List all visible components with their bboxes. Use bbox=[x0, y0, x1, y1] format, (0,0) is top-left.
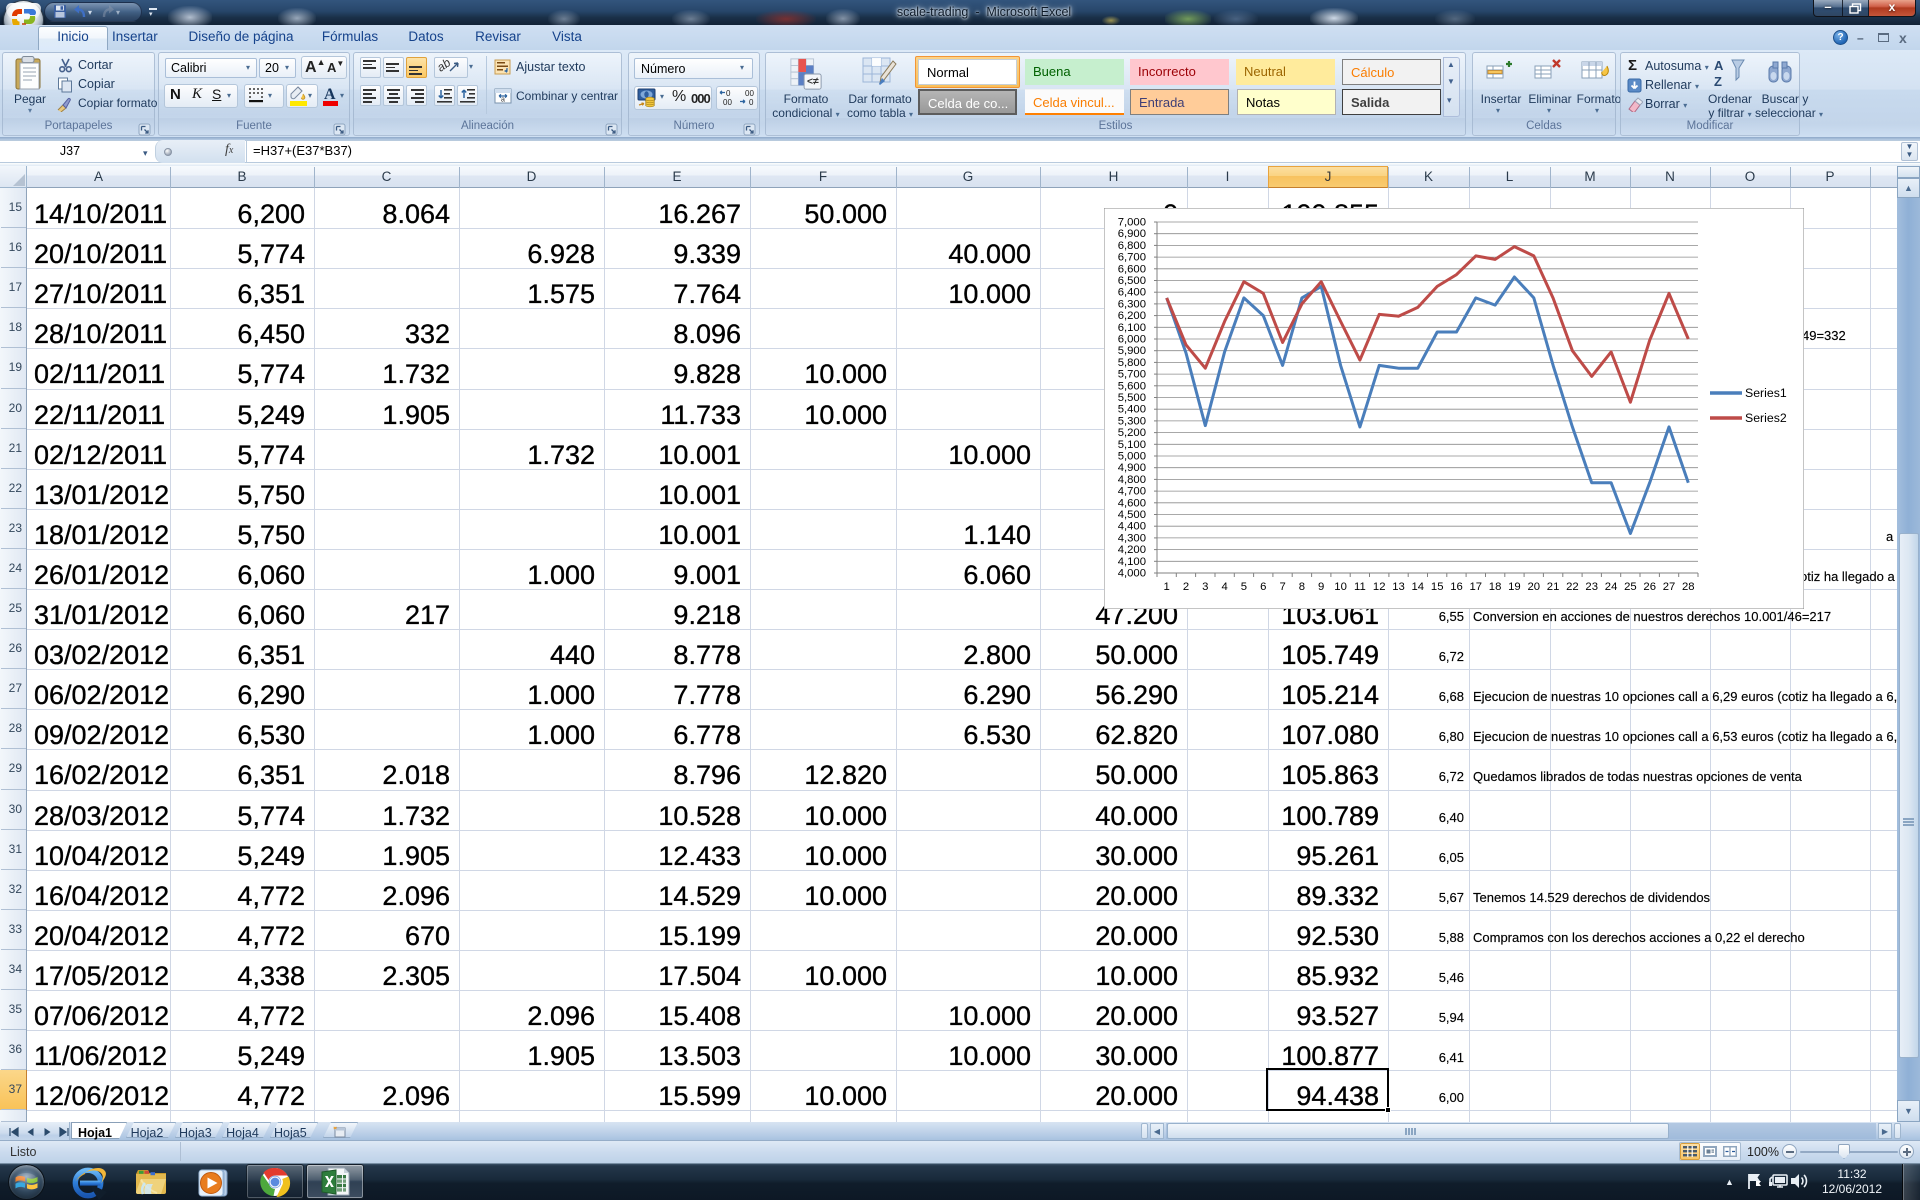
svg-text:a: a bbox=[501, 97, 505, 104]
svg-text:4,600: 4,600 bbox=[1118, 497, 1146, 509]
svg-text:5,100: 5,100 bbox=[1118, 439, 1146, 451]
svg-text:5,500: 5,500 bbox=[1118, 392, 1146, 404]
svg-text:4,100: 4,100 bbox=[1118, 556, 1146, 568]
svg-text:6,500: 6,500 bbox=[1118, 275, 1146, 287]
svg-text:6,900: 6,900 bbox=[1118, 228, 1146, 240]
svg-text:1: 1 bbox=[1164, 581, 1170, 593]
svg-text:5,300: 5,300 bbox=[1118, 415, 1146, 427]
svg-text:3: 3 bbox=[1202, 581, 1208, 593]
svg-text:6,400: 6,400 bbox=[1118, 287, 1146, 299]
svg-text:4,500: 4,500 bbox=[1118, 509, 1146, 521]
svg-text:19: 19 bbox=[1508, 581, 1521, 593]
svg-text:00: 00 bbox=[723, 98, 732, 107]
svg-text:17: 17 bbox=[1470, 581, 1483, 593]
svg-text:4: 4 bbox=[1221, 581, 1227, 593]
svg-text:6,200: 6,200 bbox=[1118, 310, 1146, 322]
svg-text:16: 16 bbox=[1450, 581, 1463, 593]
svg-text:Series1: Series1 bbox=[1745, 386, 1787, 400]
svg-text:9: 9 bbox=[1318, 581, 1324, 593]
svg-text:28: 28 bbox=[1682, 581, 1695, 593]
svg-text:5,700: 5,700 bbox=[1118, 369, 1146, 381]
svg-text:6,300: 6,300 bbox=[1118, 298, 1146, 310]
svg-text:4,900: 4,900 bbox=[1118, 462, 1146, 474]
svg-text:5,200: 5,200 bbox=[1118, 427, 1146, 439]
svg-text:2: 2 bbox=[1183, 581, 1189, 593]
svg-text:4,300: 4,300 bbox=[1118, 532, 1146, 544]
svg-text:18: 18 bbox=[1489, 581, 1502, 593]
svg-text:13: 13 bbox=[1392, 581, 1405, 593]
svg-text:14: 14 bbox=[1412, 581, 1425, 593]
svg-text:4,400: 4,400 bbox=[1118, 521, 1146, 533]
svg-text:5,800: 5,800 bbox=[1118, 357, 1146, 369]
svg-text:4,200: 4,200 bbox=[1118, 544, 1146, 556]
svg-text:15: 15 bbox=[1431, 581, 1444, 593]
svg-text:5,000: 5,000 bbox=[1118, 451, 1146, 463]
svg-text:10: 10 bbox=[1334, 581, 1347, 593]
svg-text:8: 8 bbox=[1299, 581, 1305, 593]
svg-text:23: 23 bbox=[1585, 581, 1598, 593]
svg-text:6,000: 6,000 bbox=[1118, 334, 1146, 346]
svg-text:6: 6 bbox=[1260, 581, 1266, 593]
svg-text:Z: Z bbox=[1714, 74, 1722, 89]
svg-text:4,000: 4,000 bbox=[1118, 568, 1146, 580]
svg-text:Series2: Series2 bbox=[1745, 411, 1787, 425]
svg-text:<≠: <≠ bbox=[807, 76, 819, 87]
svg-text:0: 0 bbox=[726, 89, 731, 98]
svg-text:7,000: 7,000 bbox=[1118, 217, 1146, 229]
svg-text:12: 12 bbox=[1373, 581, 1386, 593]
svg-text:7: 7 bbox=[1279, 581, 1285, 593]
svg-text:5,400: 5,400 bbox=[1118, 404, 1146, 416]
svg-text:5: 5 bbox=[1241, 581, 1247, 593]
svg-text:21: 21 bbox=[1547, 581, 1560, 593]
svg-text:25: 25 bbox=[1624, 581, 1637, 593]
svg-text:5,600: 5,600 bbox=[1118, 380, 1146, 392]
svg-text:6,800: 6,800 bbox=[1118, 240, 1146, 252]
svg-text:5,900: 5,900 bbox=[1118, 345, 1146, 357]
svg-text:20: 20 bbox=[1528, 581, 1541, 593]
svg-text:27: 27 bbox=[1663, 581, 1676, 593]
svg-text:26: 26 bbox=[1643, 581, 1656, 593]
svg-text:0: 0 bbox=[749, 98, 754, 107]
svg-text:11: 11 bbox=[1354, 581, 1366, 593]
svg-text:6,100: 6,100 bbox=[1118, 322, 1146, 334]
svg-text:4,700: 4,700 bbox=[1118, 486, 1146, 498]
svg-text:6,600: 6,600 bbox=[1118, 263, 1146, 275]
svg-text:24: 24 bbox=[1605, 581, 1618, 593]
svg-text:4,800: 4,800 bbox=[1118, 474, 1146, 486]
svg-text:22: 22 bbox=[1566, 581, 1579, 593]
svg-text:00: 00 bbox=[745, 89, 754, 98]
svg-text:A: A bbox=[1714, 58, 1724, 73]
svg-text:6,700: 6,700 bbox=[1118, 252, 1146, 264]
